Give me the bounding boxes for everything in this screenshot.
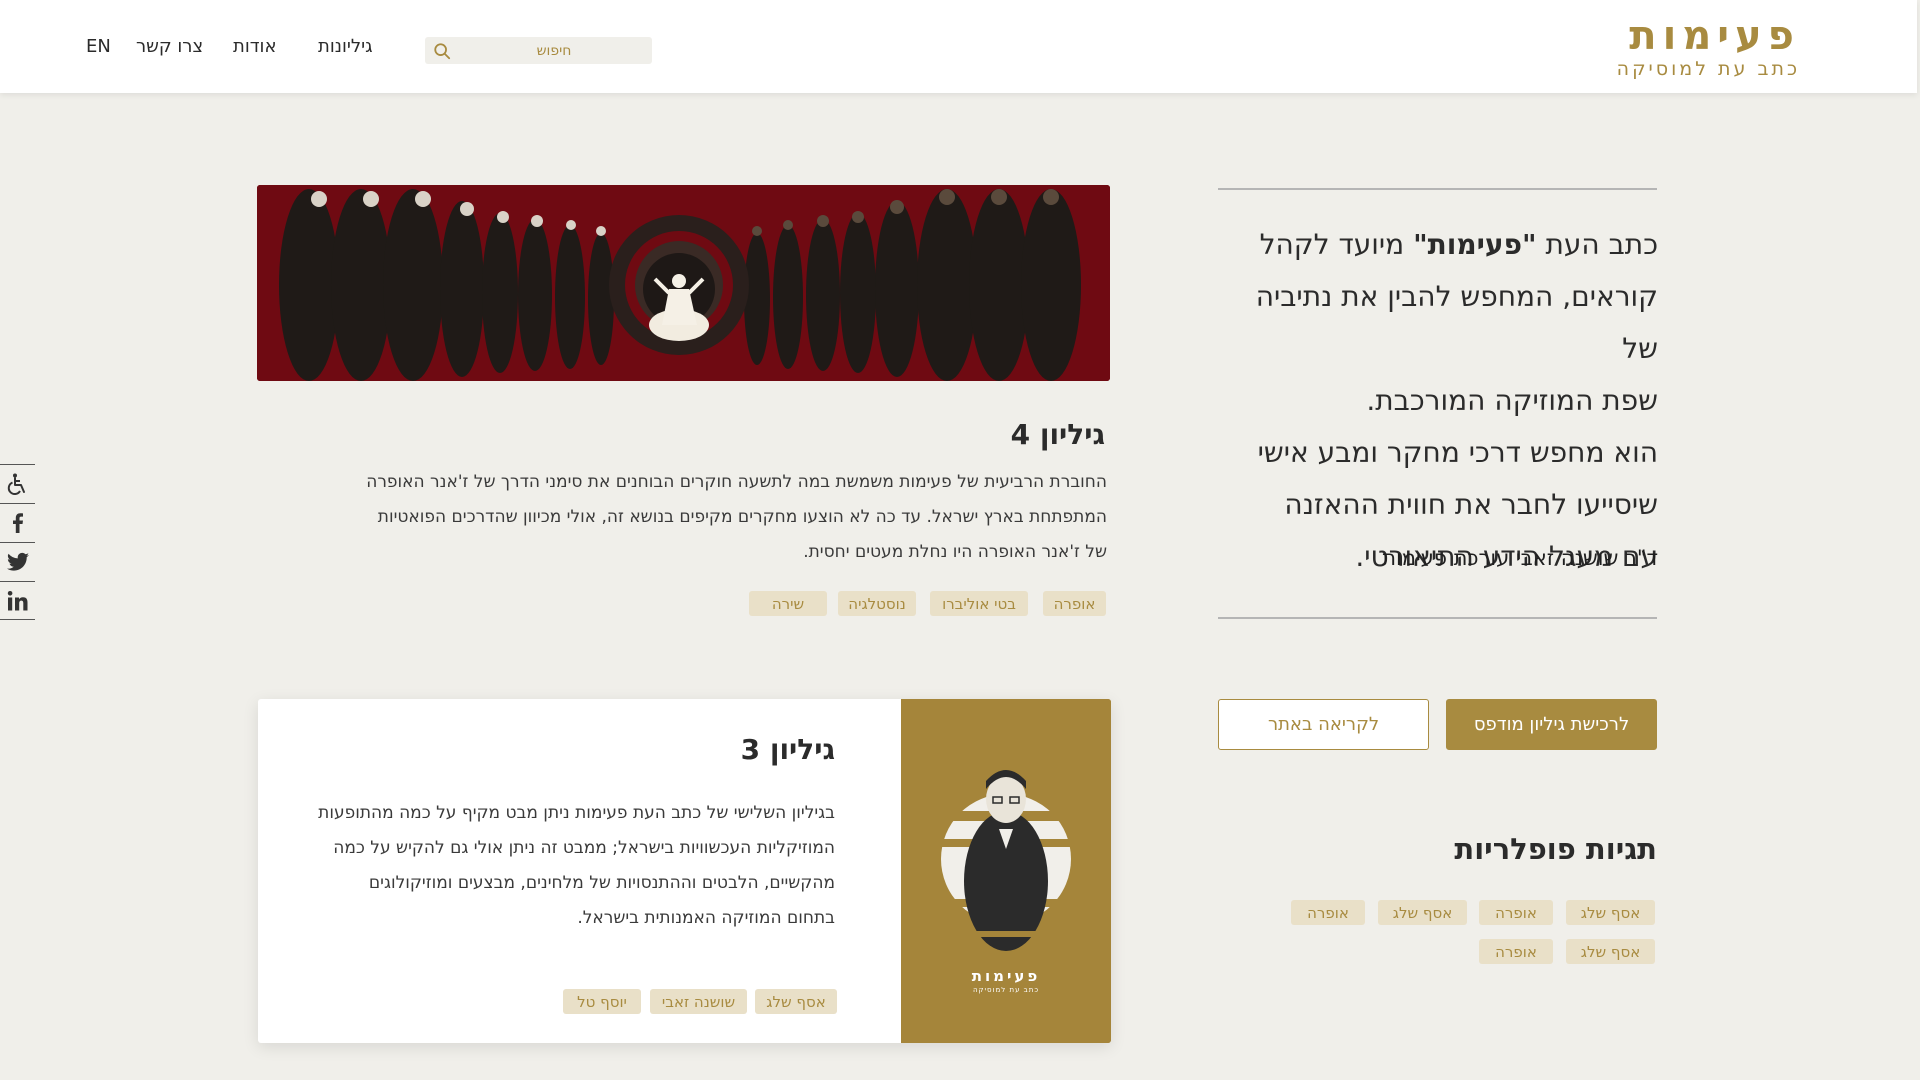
opera-scene-illustration — [257, 185, 1110, 381]
read-online-button[interactable]: לקריאה באתר — [1218, 699, 1429, 750]
intro-line-2: קוראים, המחפש להבין את נתיביה של — [1255, 280, 1658, 365]
popular-tags-title: תגיות פופלריות — [1454, 832, 1657, 866]
linkedin-button[interactable] — [0, 581, 35, 620]
issue-3-cover-image[interactable]: פעימות כתב עת למוסיקה — [901, 699, 1111, 1043]
popular-tag[interactable]: אסף שלג — [1566, 900, 1655, 925]
issue-4-tag[interactable]: שירה — [749, 591, 827, 616]
nav-contact[interactable]: צרו קשר — [136, 36, 203, 57]
journal-name: "פעימות" — [1413, 228, 1537, 261]
twitter-button[interactable] — [0, 542, 35, 581]
facebook-button[interactable] — [0, 503, 35, 542]
issue-4-tag[interactable]: אופרה — [1043, 591, 1106, 616]
issue-3-tag[interactable]: אסף שלג — [755, 989, 837, 1014]
buy-print-issue-button[interactable]: לרכישת גיליון מודפס — [1446, 699, 1657, 750]
issue-3-tag[interactable]: יוסף טל — [563, 989, 641, 1014]
search-input[interactable] — [459, 37, 649, 64]
cover-subtitle: כתב עת למוסיקה — [972, 986, 1040, 994]
site-logo[interactable]: פעימות כתב עת למוסיקה — [1617, 14, 1800, 80]
linkedin-icon — [7, 590, 27, 610]
nav-language[interactable]: EN — [86, 36, 111, 57]
intro-text: כתב העת "פעימות" מיועד לקהל קוראים, המחפ… — [1218, 219, 1658, 583]
issue-4-description: החוברת הרביעית של פעימות משמשת במה לתשעה… — [366, 472, 1107, 562]
nav-issues[interactable]: גיליונות — [318, 36, 373, 57]
nav-about[interactable]: אודות — [233, 36, 277, 57]
issue-3-title[interactable]: גיליון 3 — [520, 733, 835, 766]
site-header: פעימות כתב עת למוסיקה גיליונות אודות צרו… — [0, 0, 1917, 93]
issue-4-banner-image[interactable] — [257, 185, 1110, 381]
social-sidebar — [0, 464, 35, 620]
editor-credit: ד"ר שושנה זאבי עורכת פעימות — [1382, 546, 1658, 570]
popular-tag[interactable]: אסף שלג — [1566, 939, 1655, 964]
issue-3-description: בגיליון השלישי של כתב העת פעימות ניתן מב… — [318, 803, 835, 928]
issue-4-title[interactable]: גיליון 4 — [800, 418, 1105, 451]
accessibility-icon — [7, 473, 25, 496]
cover-title: פעימות — [971, 967, 1041, 985]
popular-tag[interactable]: אופרה — [1479, 900, 1553, 925]
logo-subtitle: כתב עת למוסיקה — [1616, 58, 1800, 80]
issue-3-tag[interactable]: שושנה זאבי — [650, 989, 747, 1014]
facebook-icon — [12, 513, 23, 533]
intro-line-4: הוא מחפש דרכי מחקר ומבע אישי — [1257, 436, 1658, 469]
issue-4-tag[interactable]: בטי אוליברו — [930, 591, 1028, 616]
popular-tag[interactable]: אופרה — [1479, 939, 1553, 964]
intro-line-5: שיסייעו לחבר את חווית ההאזנה — [1284, 488, 1658, 521]
search-icon[interactable] — [433, 42, 451, 60]
logo-title: פעימות — [1629, 13, 1800, 59]
twitter-icon — [6, 552, 29, 571]
search-box — [425, 37, 652, 64]
intro-line-3: שפת המוזיקה המורכבת. — [1366, 384, 1658, 417]
popular-tag[interactable]: אסף שלג — [1378, 900, 1467, 925]
divider-top — [1218, 188, 1657, 190]
intro-line-1: כתב העת "פעימות" מיועד לקהל — [1259, 228, 1658, 261]
divider-bottom — [1218, 617, 1657, 619]
popular-tag[interactable]: אופרה — [1291, 900, 1365, 925]
accessibility-button[interactable] — [0, 464, 35, 503]
issue-4-tag[interactable]: נוסטלגיה — [838, 591, 916, 616]
